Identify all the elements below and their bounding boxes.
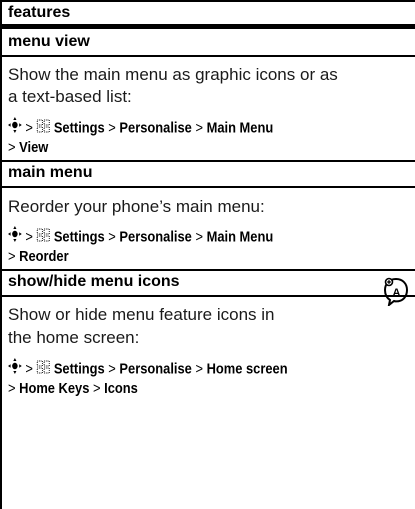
- top-rule: [2, 0, 415, 2]
- path-step: Personalise: [119, 119, 192, 137]
- path-separator: >: [195, 360, 203, 378]
- path-step: Reorder: [19, 248, 69, 265]
- feature-description-line: Show or hide menu feature icons in: [8, 305, 275, 324]
- manual-page: features menu view Show the main menu as…: [0, 0, 415, 509]
- menu-path-continued: > View: [8, 137, 48, 159]
- feature-title-main-menu: main menu: [8, 164, 93, 181]
- feature-description-line: Show the main menu as graphic icons or a…: [8, 65, 338, 84]
- path-separator: >: [8, 139, 16, 156]
- path-step: Main Menu: [206, 119, 274, 137]
- feature-description-line: Reorder your phone’s main menu:: [8, 197, 265, 216]
- path-step: Home screen: [206, 360, 288, 378]
- feature-title-rule: [2, 55, 415, 57]
- path-step: Settings: [53, 228, 105, 246]
- path-separator: >: [195, 119, 203, 137]
- left-rule: [0, 0, 2, 509]
- menu-path-continued: > Reorder: [8, 246, 69, 268]
- path-step: Icons: [104, 380, 138, 397]
- path-separator: >: [108, 360, 116, 378]
- path-separator: >: [108, 119, 116, 137]
- path-separator: >: [195, 228, 203, 246]
- path-separator: >: [8, 248, 16, 265]
- section-title: features: [8, 4, 71, 21]
- path-separator: >: [108, 228, 116, 246]
- path-step: Personalise: [119, 228, 192, 246]
- path-step: Settings: [53, 360, 105, 378]
- network-feature-icon: A: [382, 276, 410, 311]
- path-separator: >: [25, 360, 33, 378]
- feature-title-rule: [2, 186, 415, 188]
- svg-text:A: A: [393, 287, 401, 299]
- path-separator: >: [92, 380, 101, 397]
- menu-path-continued: > Home Keys > Icons: [8, 378, 138, 400]
- feature-description-line: a text-based list:: [8, 87, 132, 106]
- path-step: Personalise: [119, 360, 192, 378]
- path-separator: >: [25, 228, 33, 246]
- section-title-rule: [2, 24, 415, 29]
- feature-description-line: the home screen:: [8, 328, 140, 347]
- feature-title-show-hide-menu-icons: show/hide menu icons: [8, 273, 180, 290]
- feature-title-rule: [2, 295, 415, 297]
- path-separator: >: [8, 380, 16, 397]
- path-step: Settings: [53, 119, 105, 137]
- path-step: Home Keys: [19, 380, 90, 397]
- feature-title-menu-view: menu view: [8, 33, 90, 50]
- path-step: View: [19, 139, 49, 156]
- feature-separator: [2, 269, 415, 271]
- feature-separator: [2, 160, 415, 162]
- path-separator: >: [25, 119, 33, 137]
- path-step: Main Menu: [206, 228, 274, 246]
